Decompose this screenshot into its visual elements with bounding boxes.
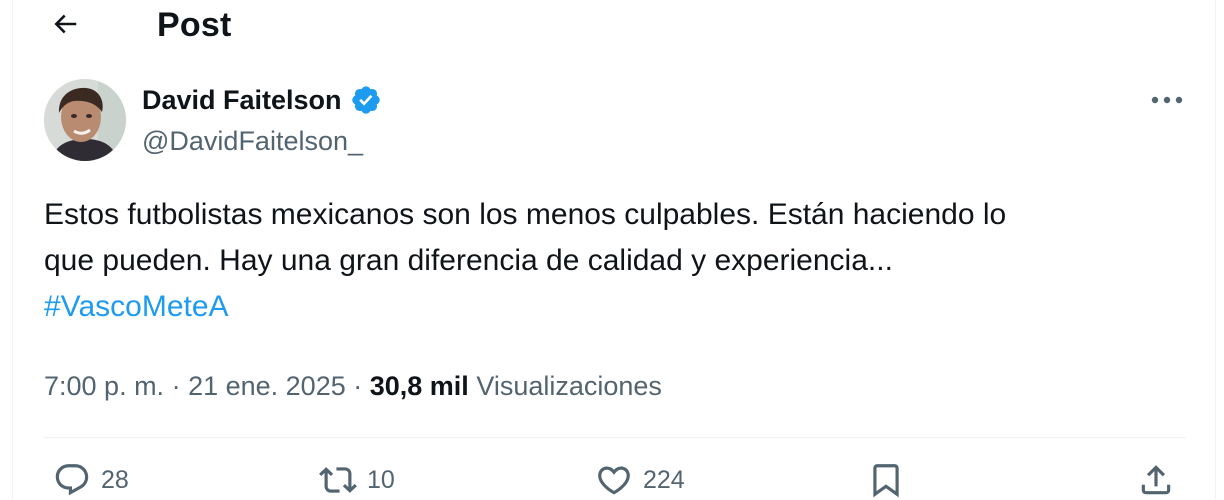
author-name[interactable]: David Faitelson — [142, 84, 382, 116]
bookmark-button[interactable] — [867, 460, 905, 500]
share-button[interactable] — [1137, 460, 1175, 500]
avatar[interactable] — [44, 79, 126, 161]
action-bar: 28 10 224 — [13, 460, 1215, 500]
more-options-button[interactable] — [1147, 84, 1187, 116]
tweet-text-line-1: Estos futbolistas mexicanos son los meno… — [44, 198, 1007, 231]
more-dots-icon — [1151, 96, 1183, 104]
hashtag-link[interactable]: #VascoMeteA — [44, 284, 1194, 330]
post-header: Post — [13, 0, 1215, 50]
tweet-text: Estos futbolistas mexicanos son los meno… — [44, 192, 1194, 330]
author-handle[interactable]: @DavidFaitelson_ — [142, 125, 363, 157]
repost-icon — [319, 467, 357, 493]
avatar-image — [44, 79, 126, 161]
back-arrow-icon — [54, 14, 77, 34]
bookmark-icon — [873, 464, 899, 498]
repost-count: 10 — [367, 465, 395, 494]
views-count: 30,8 mil — [369, 371, 469, 401]
reply-count: 28 — [101, 465, 129, 494]
back-button[interactable] — [43, 4, 87, 44]
share-icon — [1141, 465, 1171, 495]
heart-icon — [598, 466, 630, 495]
author-name-text: David Faitelson — [142, 85, 342, 115]
post-date[interactable]: 21 ene. 2025 — [188, 371, 346, 401]
meta-separator: · — [164, 371, 189, 401]
tweet-text-line-2: que pueden. Hay una gran diferencia de c… — [44, 244, 893, 277]
page-title: Post — [157, 6, 232, 44]
views-label: Visualizaciones — [476, 371, 662, 401]
meta-separator-2: · — [345, 371, 370, 401]
post-card: Post David Faitelson @DavidFaitelson_ Es… — [12, 0, 1216, 499]
reply-icon — [55, 464, 89, 496]
like-button[interactable]: 224 — [595, 460, 685, 500]
divider — [44, 437, 1186, 438]
like-count: 224 — [643, 465, 685, 494]
verified-badge-icon — [351, 86, 380, 114]
reply-button[interactable]: 28 — [53, 460, 129, 500]
repost-button[interactable]: 10 — [319, 460, 395, 500]
post-time[interactable]: 7:00 p. m. — [44, 371, 164, 401]
post-metadata: 7:00 p. m. · 21 ene. 2025 · 30,8 mil Vis… — [44, 366, 662, 406]
